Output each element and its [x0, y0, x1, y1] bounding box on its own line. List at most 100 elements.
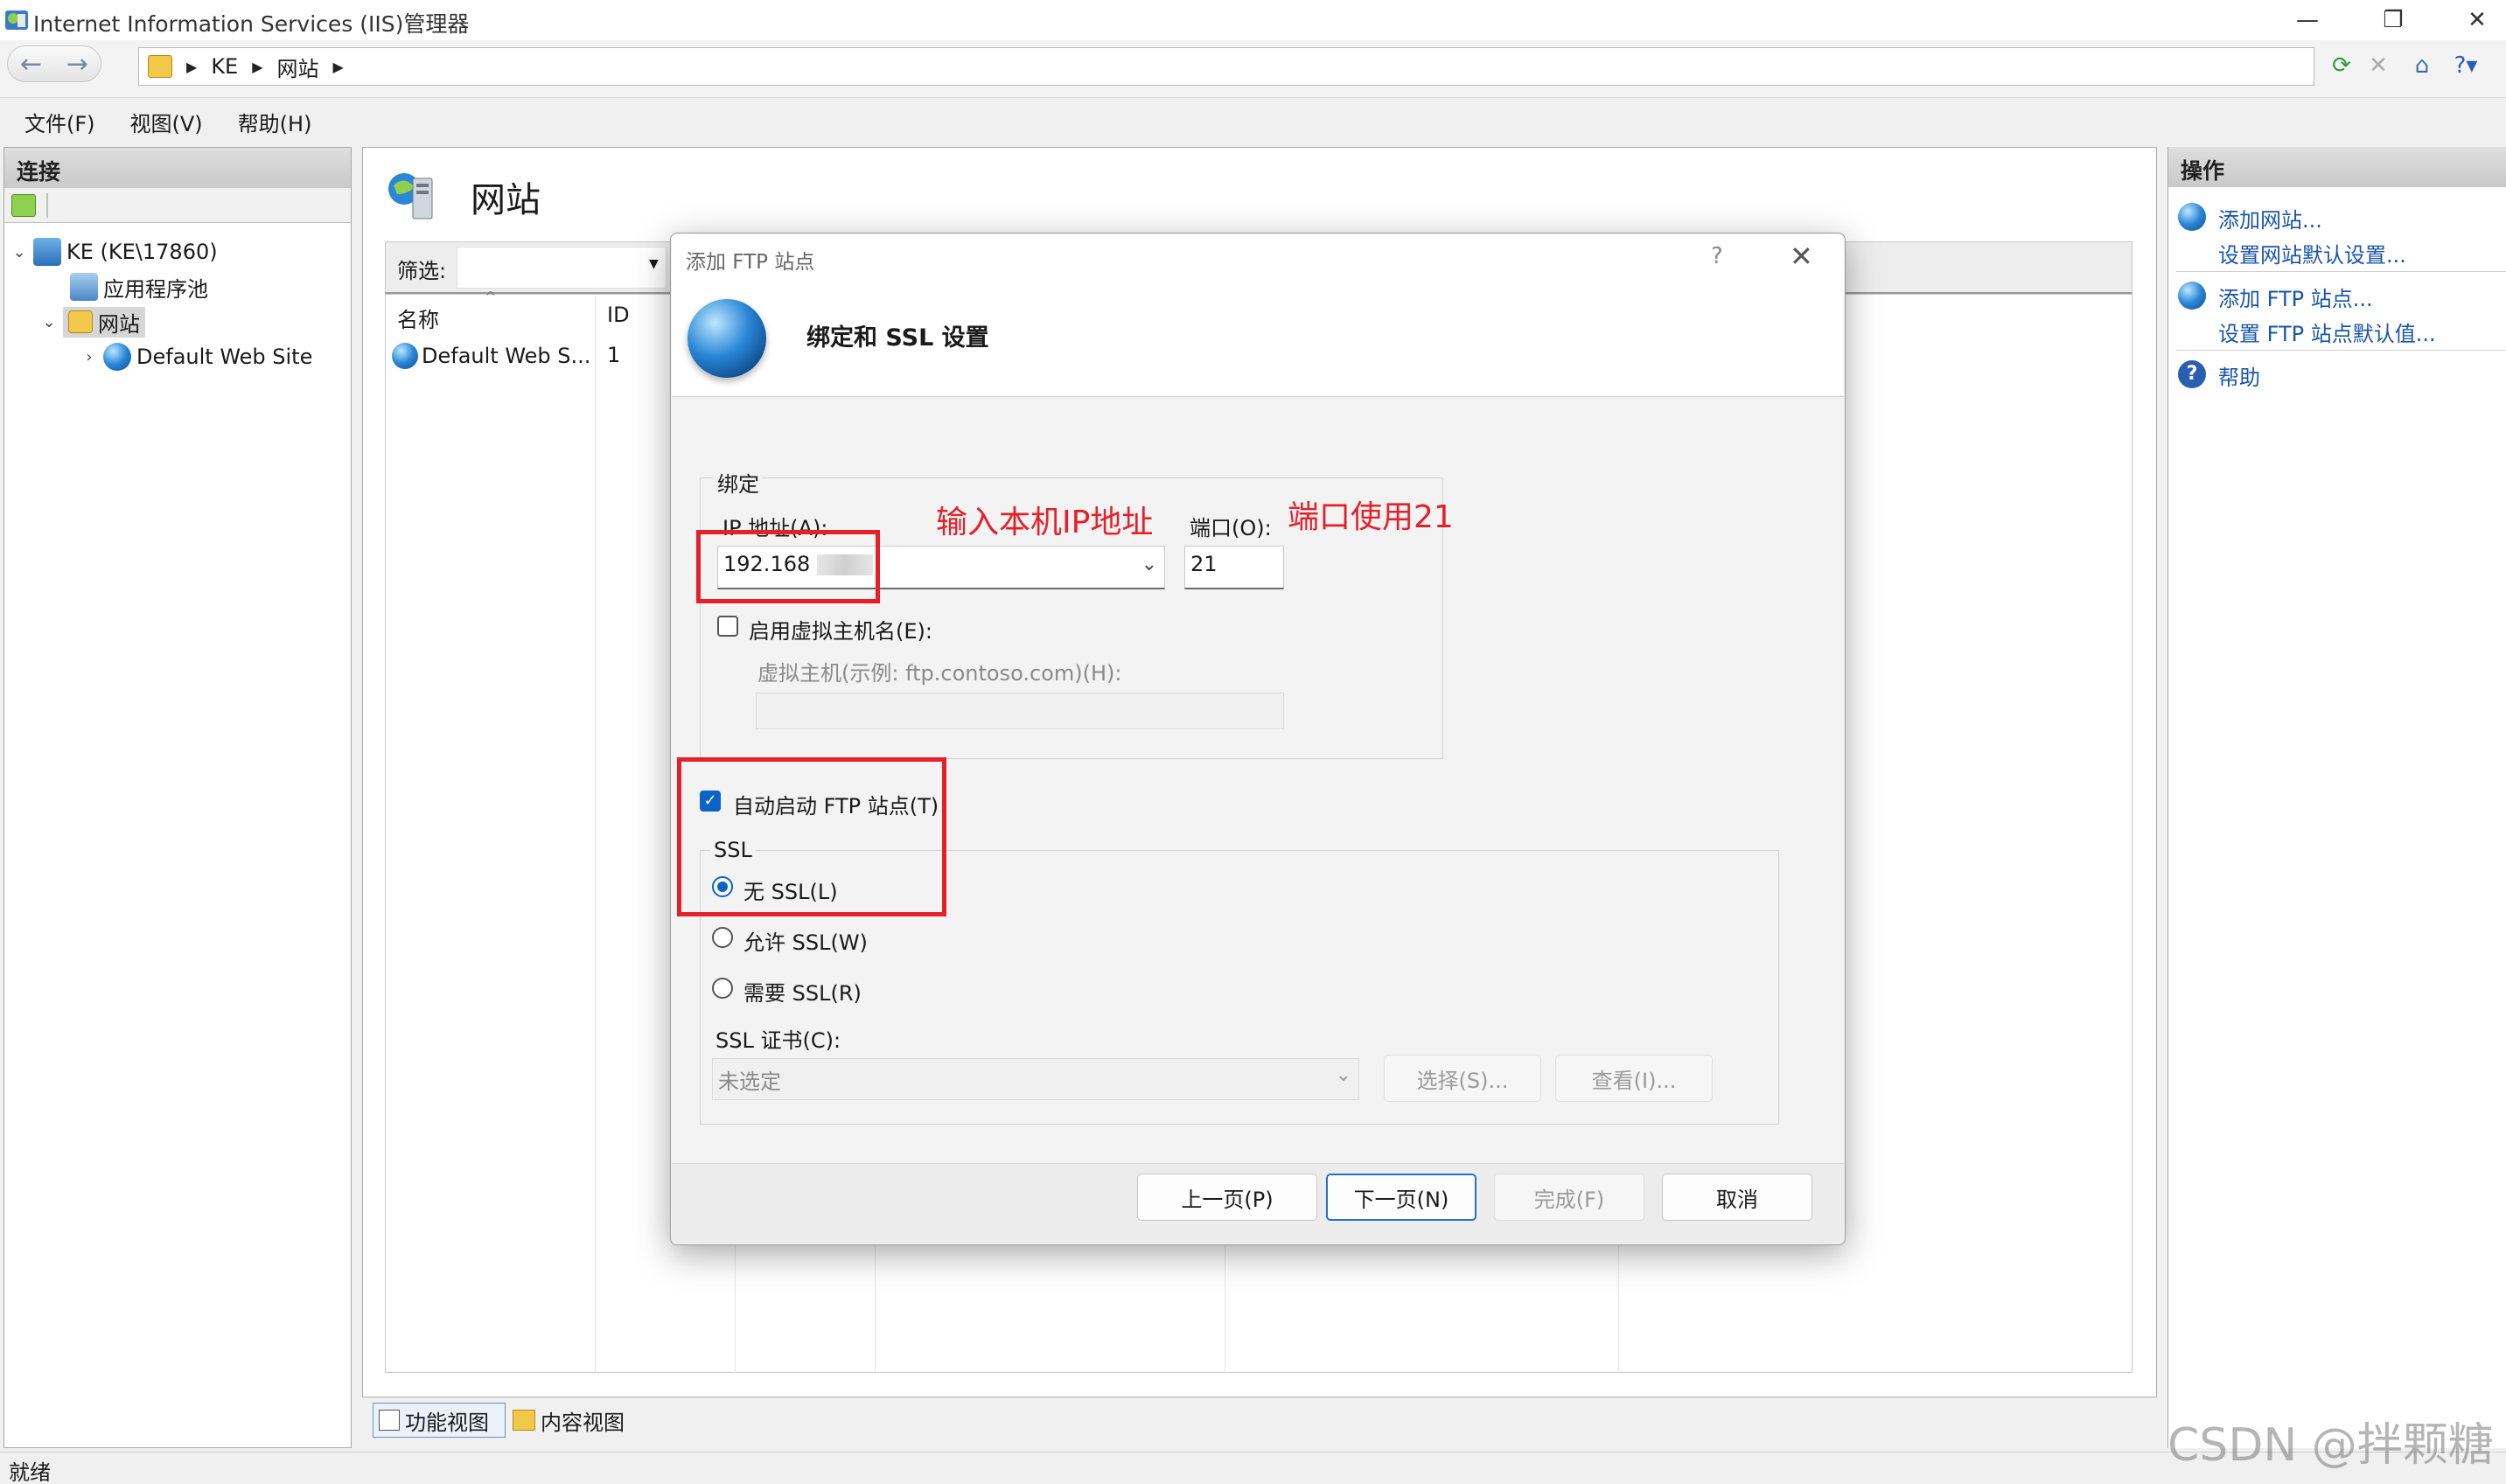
next-button[interactable]: 下一页(N): [1326, 1174, 1476, 1221]
globe-icon: [392, 343, 418, 369]
feature-view-icon: [379, 1410, 400, 1431]
watermark: CSDN @拌颗糖: [2167, 1419, 2494, 1472]
window-title: Internet Information Services (IIS)管理器: [33, 11, 470, 37]
virtual-host-input[interactable]: [756, 693, 1284, 729]
chevron-down-icon[interactable]: ⌄: [1141, 554, 1157, 575]
chevron-down-icon[interactable]: ⌄: [10, 243, 28, 261]
tab-feature-view-label: 功能视图: [405, 1410, 489, 1435]
server-icon: [33, 238, 61, 266]
column-divider: [595, 296, 596, 1373]
globe-icon: [103, 343, 131, 371]
action-site-defaults[interactable]: 设置网站默认设置...: [2218, 238, 2406, 268]
prev-button[interactable]: 上一页(P): [1137, 1174, 1317, 1221]
breadcrumb-sites[interactable]: 网站: [277, 52, 319, 82]
app-pool-icon: [70, 273, 98, 301]
filter-input[interactable]: [457, 247, 667, 289]
binding-group-label: 绑定: [714, 467, 763, 498]
ssl-cert-value: 未选定: [718, 1069, 781, 1094]
annotation-box-ip: [696, 530, 880, 603]
menu-file[interactable]: 文件(F): [24, 107, 95, 137]
tree-label-sites: 网站: [98, 311, 140, 337]
filter-label: 筛选:: [397, 259, 447, 283]
tree-item-default-site[interactable]: › Default Web Site: [80, 339, 312, 374]
navigation-buttons[interactable]: ← →: [7, 45, 101, 82]
action-help[interactable]: 帮助: [2218, 360, 2260, 391]
content-view-icon: [513, 1410, 535, 1431]
port-label: 端口(O):: [1190, 516, 1272, 540]
tree-item-server[interactable]: ⌄ KE (KE\17860): [10, 234, 218, 269]
port-input[interactable]: 21: [1184, 546, 1284, 589]
close-window-button[interactable]: ✕: [2437, 0, 2506, 40]
chevron-right-icon[interactable]: ›: [80, 348, 98, 366]
ssl-cert-label: SSL 证书(C):: [716, 1028, 841, 1053]
annotation-ip-hint: 输入本机IP地址: [936, 505, 1154, 540]
folder-icon: [68, 310, 93, 333]
dialog-title-bar: [672, 234, 1844, 287]
sites-icon: [388, 173, 433, 219]
ssl-allow-radio[interactable]: [712, 927, 733, 948]
globe-icon: [688, 299, 766, 378]
help-dropdown-icon[interactable]: ?▾: [2449, 49, 2482, 82]
ssl-allow-label: 允许 SSL(W): [743, 930, 868, 955]
column-header-name[interactable]: 名称: [397, 303, 439, 333]
actions-header: 操作: [2168, 147, 2506, 187]
cancel-button[interactable]: 取消: [1662, 1174, 1812, 1221]
action-add-ftp-site[interactable]: 添加 FTP 站点...: [2218, 282, 2373, 312]
dialog-close-button[interactable]: ✕: [1790, 240, 1813, 273]
forward-arrow-icon[interactable]: →: [66, 49, 88, 80]
dialog-heading: 绑定和 SSL 设置: [806, 324, 989, 352]
address-box[interactable]: ▶ KE ▶ 网站 ▶: [138, 47, 2314, 86]
back-arrow-icon[interactable]: ←: [20, 49, 42, 80]
action-add-site[interactable]: 添加网站...: [2218, 203, 2322, 233]
menu-view[interactable]: 视图(V): [130, 107, 203, 137]
tree-item-sites-selected: 网站: [63, 306, 145, 338]
chevron-down-icon[interactable]: ⌄: [40, 313, 58, 331]
menu-bar: 文件(F) 视图(V) 帮助(H): [0, 99, 2506, 144]
dialog-title: 添加 FTP 站点: [686, 251, 815, 274]
connect-icon[interactable]: [11, 193, 36, 217]
cell-site-id: 1: [607, 343, 621, 367]
minimize-button[interactable]: —: [2267, 0, 2348, 40]
ssl-view-button[interactable]: 查看(I)...: [1555, 1055, 1713, 1102]
action-ftp-defaults[interactable]: 设置 FTP 站点默认值...: [2218, 317, 2436, 347]
add-ftp-globe-icon: [2178, 282, 2206, 310]
virtual-host-checkbox[interactable]: [717, 616, 738, 637]
ssl-require-radio[interactable]: [712, 978, 733, 999]
virtual-host-check-label: 启用虚拟主机名(E):: [749, 619, 932, 644]
iis-app-icon: [5, 10, 28, 30]
connections-toolbar: [4, 188, 351, 223]
virtual-host-label: 虚拟主机(示例: ftp.contoso.com)(H):: [757, 661, 1122, 686]
finish-button[interactable]: 完成(F): [1494, 1174, 1644, 1221]
dialog-help-button[interactable]: ?: [1711, 243, 1723, 269]
ssl-cert-select[interactable]: 未选定 ⌄: [712, 1058, 1359, 1100]
ssl-select-button[interactable]: 选择(S)...: [1384, 1055, 1541, 1102]
breadcrumb-ke[interactable]: KE: [211, 54, 238, 79]
table-row[interactable]: Default Web S...: [392, 343, 590, 369]
status-bar: [0, 1452, 2506, 1484]
toolbar-divider: [46, 192, 48, 218]
stop-icon[interactable]: ✕: [2362, 49, 2395, 82]
actions-divider: [2176, 271, 2506, 272]
tab-content-view[interactable]: 内容视图: [509, 1403, 649, 1438]
annotation-port-hint: 端口使用21: [1288, 499, 1454, 535]
add-site-globe-icon: [2178, 203, 2206, 231]
breadcrumb-separator-icon: ▶: [186, 58, 198, 75]
breadcrumb-separator-icon: ▶: [332, 58, 344, 75]
filter-dropdown-icon[interactable]: ▼: [649, 257, 659, 271]
column-header-id[interactable]: ID: [607, 303, 630, 327]
chevron-down-icon: ⌄: [1335, 1064, 1351, 1086]
connections-header: 连接: [4, 148, 351, 188]
tree-item-sites[interactable]: ⌄ 网站: [40, 304, 145, 339]
tree-item-app-pools[interactable]: 应用程序池: [70, 269, 208, 304]
help-icon: ?: [2178, 360, 2206, 388]
menu-help[interactable]: 帮助(H): [238, 107, 312, 137]
annotation-box-autostart-ssl: [677, 757, 946, 916]
ssl-require-label: 需要 SSL(R): [743, 981, 862, 1006]
restore-button[interactable]: ❐: [2353, 0, 2433, 40]
folder-icon: [148, 55, 172, 78]
actions-divider: [2176, 350, 2506, 351]
page-title: 网站: [471, 180, 541, 220]
home-icon[interactable]: ⌂: [2405, 49, 2439, 82]
tab-feature-view[interactable]: 功能视图: [373, 1403, 506, 1438]
refresh-icon[interactable]: ⟳: [2325, 49, 2358, 82]
